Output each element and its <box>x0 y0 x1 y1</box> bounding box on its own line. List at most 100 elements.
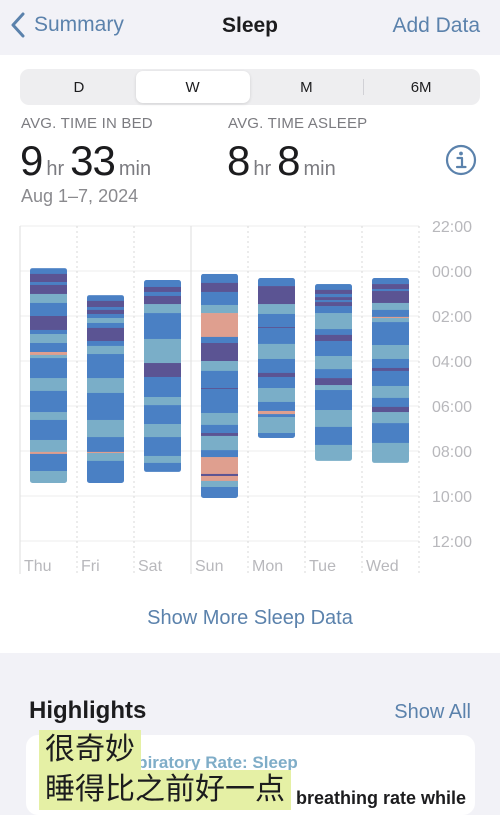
sleep-segment-deep <box>372 367 409 372</box>
sleep-bar-sat <box>144 280 181 472</box>
sleep-segment-core <box>87 340 124 347</box>
sleep-segment-core <box>144 313 181 340</box>
sleep-segment-core <box>372 289 409 292</box>
x-tick-label: Sat <box>138 558 163 575</box>
sleep-segment-deep <box>315 297 352 301</box>
sleep-segment-awake <box>201 457 238 475</box>
sleep-segment-core <box>372 397 409 408</box>
x-tick-label: Tue <box>309 558 336 575</box>
x-tick-label: Fri <box>81 558 100 575</box>
sleep-segment-core <box>258 313 295 328</box>
sleep-segment-awake <box>30 451 67 455</box>
sleep-segment-core <box>258 358 295 374</box>
sleep-segment-core <box>372 370 409 387</box>
back-label: Summary <box>34 13 124 36</box>
add-data-button[interactable]: Add Data <box>392 14 480 38</box>
sleep-bar-sun <box>201 273 238 499</box>
sleep-segment-deep <box>201 282 238 293</box>
sleep-segment-rem <box>258 388 295 403</box>
y-tick-label: 02:00 <box>432 309 472 326</box>
sleep-segment-core <box>315 284 352 291</box>
sleep-segment-rem <box>372 302 409 311</box>
x-tick-label: Thu <box>24 558 52 575</box>
sleep-segment-core <box>201 291 238 306</box>
highlight-body: breathing rate while <box>296 788 467 808</box>
sleep-segment-core <box>201 370 238 389</box>
y-tick-label: 12:00 <box>432 534 472 551</box>
sleep-segment-core <box>201 388 238 414</box>
sleep-segment-deep <box>144 295 181 305</box>
sleep-segment-core <box>258 327 295 345</box>
sleep-segment-deep <box>372 291 409 304</box>
sleep-segment-rem <box>372 318 409 323</box>
x-tick-label: Mon <box>252 558 283 575</box>
y-tick-label: 22:00 <box>432 219 472 236</box>
sleep-segment-deep <box>87 309 124 315</box>
sleep-segment-core <box>315 306 352 314</box>
sleep-segment-core <box>201 273 238 284</box>
highlights-title: Highlights <box>29 697 147 724</box>
sleep-segment-core <box>30 419 67 441</box>
sleep-segment-core <box>315 369 352 379</box>
sleep-segment-core <box>258 401 295 412</box>
sleep-segment-core <box>87 295 124 302</box>
sleep-segment-rem <box>30 293 67 304</box>
sleep-segment-core <box>315 340 352 357</box>
sleep-segment-deep <box>87 327 124 342</box>
sleep-segment-core <box>315 390 352 411</box>
sleep-segment-rem <box>30 378 67 392</box>
sleep-segment-rem <box>30 354 67 359</box>
sleep-segment-core <box>30 329 67 335</box>
sleep-segment-core <box>30 358 67 379</box>
sleep-segment-deep <box>30 316 67 331</box>
sleep-segment-deep <box>315 334 352 342</box>
sleep-segment-rem <box>315 356 352 370</box>
sleep-segment-rem <box>372 412 409 424</box>
sleep-segment-rem <box>144 424 181 438</box>
sleep-segment-rem <box>144 338 181 364</box>
sleep-segment-deep <box>315 289 352 295</box>
sleep-segment-core <box>144 437 181 457</box>
sleep-segment-deep <box>144 286 181 293</box>
show-more-sleep-data-button[interactable]: Show More Sleep Data <box>0 607 500 630</box>
sleep-segment-deep <box>315 302 352 307</box>
sleep-segment-core <box>144 280 181 288</box>
sleep-segment-core <box>315 426 352 446</box>
sleep-segment-core <box>87 322 124 329</box>
sleep-chart-card: D W M 6M AVG. TIME IN BED 9 hr 33 min AV… <box>0 55 500 653</box>
sleep-segment-deep <box>258 286 295 305</box>
sleep-segment-core <box>144 376 181 398</box>
sleep-segment-core <box>87 392 124 421</box>
sleep-segment-deep <box>372 406 409 413</box>
sleep-bar-fri <box>87 295 124 483</box>
back-button[interactable]: Summary <box>10 12 124 38</box>
sleep-segment-core <box>372 277 409 285</box>
caption-overlay-line-1: 很奇妙 <box>39 730 141 770</box>
sleep-segment-core <box>201 487 238 499</box>
sleep-segment-rem <box>144 397 181 406</box>
sleep-segment-core <box>258 414 295 418</box>
sleep-segment-core <box>201 424 238 434</box>
sleep-segment-core <box>372 358 409 369</box>
x-tick-label: Sun <box>195 558 223 575</box>
sleep-segment-core <box>258 433 295 438</box>
sleep-segment-deep <box>87 300 124 308</box>
sleep-segment-core <box>315 293 352 298</box>
show-all-button[interactable]: Show All <box>394 701 471 724</box>
chevron-left-icon <box>11 12 25 38</box>
sleep-segment-core <box>144 405 181 425</box>
sleep-segment-core <box>87 460 124 483</box>
sleep-bar-tue <box>315 284 352 461</box>
sleep-segment-deep <box>372 284 409 290</box>
sleep-segment-rem <box>315 410 352 428</box>
sleep-segment-awake <box>258 410 295 415</box>
sleep-segment-rem <box>144 304 181 314</box>
sleep-segment-deep <box>258 372 295 378</box>
sleep-stages-chart: 22:00 00:00 02:00 04:00 06:00 08:00 10:00 12:00… <box>19 219 472 575</box>
sleep-segment-rem <box>201 304 238 314</box>
y-tick-label: 00:00 <box>432 264 472 281</box>
sleep-segment-core <box>258 376 295 389</box>
sleep-segment-rem <box>372 345 409 360</box>
sleep-segment-rem <box>87 378 124 394</box>
y-tick-label: 10:00 <box>432 489 472 506</box>
